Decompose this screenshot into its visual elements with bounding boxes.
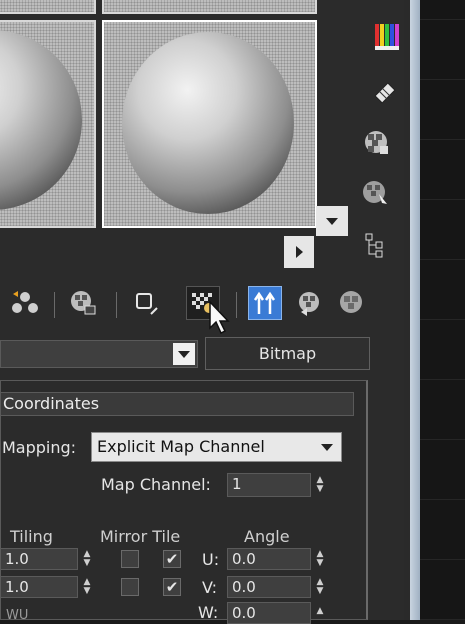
spinner-down-icon: ▼ bbox=[83, 586, 91, 596]
u-mirror-checkbox[interactable] bbox=[121, 550, 139, 568]
v-tiling-value: 1.0 bbox=[5, 578, 29, 596]
v-tiling-input[interactable]: 1.0 bbox=[0, 576, 78, 598]
u-tiling-input[interactable]: 1.0 bbox=[0, 548, 78, 570]
w-label: W: bbox=[198, 603, 219, 622]
u-angle-input[interactable]: 0.0 bbox=[227, 548, 311, 570]
spinner-down-icon: ▼ bbox=[316, 484, 324, 494]
w-angle-input[interactable]: 0.0 bbox=[227, 602, 311, 624]
triangle-down-icon bbox=[326, 217, 338, 225]
mouse-cursor-icon bbox=[208, 300, 232, 340]
window-border bbox=[410, 0, 420, 620]
material-map-navigator-icon[interactable] bbox=[360, 230, 390, 260]
spinner-down-icon: ▼ bbox=[83, 558, 91, 568]
put-to-library-icon[interactable] bbox=[8, 286, 42, 320]
coordinates-rollout-header[interactable]: Coordinates bbox=[0, 392, 354, 416]
go-forward-to-sibling-icon[interactable] bbox=[292, 286, 326, 320]
checkmark-icon: ✔ bbox=[165, 550, 179, 568]
material-effects-channel-icon[interactable] bbox=[66, 286, 100, 320]
chevron-down-icon bbox=[321, 444, 333, 451]
angle-header: Angle bbox=[244, 527, 290, 546]
v-mirror-checkbox[interactable] bbox=[121, 578, 139, 596]
go-to-parent-icon[interactable] bbox=[248, 286, 282, 320]
eyedropper-icon[interactable] bbox=[370, 78, 400, 108]
mirror-tile-header: Mirror Tile bbox=[100, 527, 181, 546]
map-type-button[interactable]: Bitmap bbox=[205, 337, 370, 370]
map-type-label: Bitmap bbox=[258, 344, 317, 363]
mapping-select-value: Explicit Map Channel bbox=[97, 437, 265, 456]
v-tile-checkbox[interactable]: ✔ bbox=[163, 578, 181, 596]
v-angle-input[interactable]: 0.0 bbox=[227, 576, 311, 598]
v-label: V: bbox=[202, 578, 218, 597]
slot-scroll-down-button[interactable] bbox=[316, 206, 348, 236]
w-angle-spinner[interactable]: ▲ bbox=[313, 602, 327, 620]
sample-slot-top-left[interactable] bbox=[0, 0, 96, 14]
mapping-select[interactable]: Explicit Map Channel bbox=[91, 432, 342, 462]
w-tiling-label: WU bbox=[6, 608, 29, 623]
spinner-up-icon: ▲ bbox=[316, 605, 324, 616]
v-tiling-spinner[interactable]: ▲ ▼ bbox=[80, 576, 94, 598]
u-tiling-value: 1.0 bbox=[5, 550, 29, 568]
u-angle-spinner[interactable]: ▲ ▼ bbox=[313, 548, 327, 570]
map-channel-input[interactable]: 1 bbox=[227, 473, 311, 497]
options-checker-icon[interactable] bbox=[362, 128, 392, 158]
v-angle-value: 0.0 bbox=[232, 578, 256, 596]
select-by-material-icon[interactable] bbox=[360, 178, 390, 208]
u-tiling-spinner[interactable]: ▲ ▼ bbox=[80, 548, 94, 570]
color-bars-icon[interactable] bbox=[372, 22, 402, 52]
show-end-result-icon[interactable] bbox=[334, 286, 368, 320]
toolbar-separator bbox=[236, 292, 237, 318]
spinner-down-icon: ▼ bbox=[316, 586, 324, 596]
dropdown-button[interactable] bbox=[173, 343, 195, 365]
v-angle-spinner[interactable]: ▲ ▼ bbox=[313, 576, 327, 598]
show-shaded-material-icon[interactable] bbox=[128, 286, 162, 320]
window-border-inner bbox=[404, 0, 410, 620]
triangle-right-icon bbox=[295, 246, 303, 258]
spinner-down-icon: ▼ bbox=[316, 558, 324, 568]
u-tile-checkbox[interactable]: ✔ bbox=[163, 550, 181, 568]
toolbar-separator bbox=[54, 292, 55, 318]
chevron-down-icon bbox=[178, 350, 190, 358]
rollout-title: Coordinates bbox=[3, 394, 100, 413]
checkmark-icon: ✔ bbox=[165, 578, 179, 596]
map-channel-value: 1 bbox=[232, 475, 242, 493]
toolbar-separator bbox=[116, 292, 117, 318]
sample-slot-top-right[interactable] bbox=[102, 0, 317, 14]
mapping-label: Mapping: bbox=[2, 438, 77, 457]
map-channel-spinner[interactable]: ▲ ▼ bbox=[313, 473, 327, 497]
w-angle-value: 0.0 bbox=[232, 604, 256, 622]
tiling-header: Tiling bbox=[10, 527, 53, 546]
u-angle-value: 0.0 bbox=[232, 550, 256, 568]
slot-scroll-right-button[interactable] bbox=[284, 236, 314, 268]
u-label: U: bbox=[202, 550, 220, 569]
map-name-dropdown[interactable] bbox=[0, 340, 198, 368]
sample-slot-active[interactable] bbox=[102, 20, 317, 228]
map-channel-label: Map Channel: bbox=[101, 475, 211, 494]
sample-slot-left[interactable] bbox=[0, 20, 96, 228]
material-sphere bbox=[122, 32, 294, 214]
material-sphere bbox=[0, 30, 82, 210]
